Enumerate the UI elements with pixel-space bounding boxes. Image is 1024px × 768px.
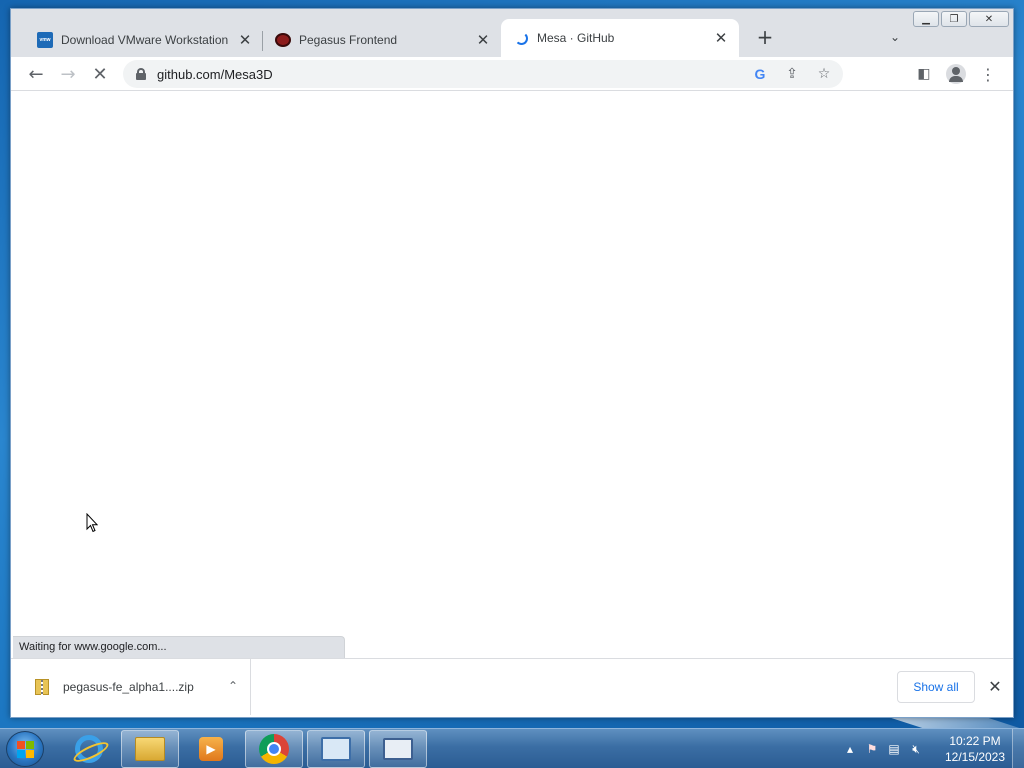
clock-time: 10:22 PM bbox=[949, 734, 1001, 748]
show-all-button[interactable]: Show all bbox=[897, 671, 975, 703]
windows-logo-icon bbox=[17, 741, 35, 759]
status-bubble: Waiting for www.google.com... bbox=[13, 636, 345, 658]
menu-kebab-icon[interactable]: ⋮ bbox=[975, 61, 1001, 87]
taskbar-internet-explorer[interactable] bbox=[60, 730, 118, 768]
tab-close-icon[interactable]: ✕ bbox=[237, 32, 253, 48]
vmware-icon: vmw bbox=[37, 32, 53, 48]
tab-pegasus[interactable]: Pegasus Frontend ✕ bbox=[263, 23, 501, 57]
media-player-icon: ▶ bbox=[199, 737, 223, 761]
taskbar-clock[interactable]: 10:22 PM 12/15/2023 bbox=[940, 733, 1010, 765]
share-icon[interactable]: ⇪ bbox=[779, 61, 805, 87]
mouse-cursor-icon bbox=[86, 513, 98, 533]
tab-close-icon[interactable]: ✕ bbox=[713, 30, 729, 46]
action-center-flag-icon[interactable]: ⚑ bbox=[864, 741, 880, 757]
show-hidden-icons-icon[interactable]: ▴ bbox=[842, 741, 858, 757]
close-shelf-icon[interactable]: ✕ bbox=[983, 675, 1007, 699]
start-button[interactable] bbox=[6, 731, 44, 767]
minimize-button[interactable]: ▁ bbox=[913, 11, 939, 27]
url-text[interactable]: github.com/Mesa3D bbox=[157, 67, 747, 82]
back-arrow-icon[interactable]: ← bbox=[23, 61, 49, 87]
tab-search-chevron-icon[interactable]: ⌄ bbox=[885, 27, 905, 47]
taskbar-windows-explorer[interactable] bbox=[121, 730, 179, 768]
pegasus-icon bbox=[275, 32, 291, 48]
keyboard-icon bbox=[383, 738, 413, 760]
forward-arrow-icon[interactable]: → bbox=[55, 61, 81, 87]
bookmark-star-icon[interactable]: ☆ bbox=[811, 61, 837, 87]
google-lens-g-icon[interactable]: G bbox=[747, 61, 773, 87]
download-item[interactable]: pegasus-fe_alpha1....zip ⌃ bbox=[21, 659, 251, 715]
taskbar-google-chrome[interactable] bbox=[245, 730, 303, 768]
tab-list: vmw Download VMware Workstation P ✕ Pega… bbox=[25, 19, 739, 57]
page-content[interactable] bbox=[11, 92, 1013, 658]
close-window-button[interactable]: ✕ bbox=[969, 11, 1009, 27]
chrome-icon bbox=[259, 734, 289, 764]
speaker-muted-icon[interactable]: 🔇︎ bbox=[908, 741, 924, 757]
internet-explorer-icon bbox=[75, 735, 103, 763]
clock-date: 12/15/2023 bbox=[944, 750, 1006, 764]
show-desktop-button[interactable] bbox=[1012, 729, 1024, 768]
lock-icon[interactable] bbox=[136, 68, 146, 80]
restore-button[interactable]: ❐ bbox=[941, 11, 967, 27]
folder-icon bbox=[135, 737, 165, 761]
taskbar-media-player[interactable]: ▶ bbox=[182, 730, 240, 768]
taskbar-control-panel[interactable] bbox=[307, 730, 365, 768]
tab-mesa-github[interactable]: Mesa · GitHub ✕ bbox=[501, 19, 739, 57]
browser-toolbar: ← → ✕ github.com/Mesa3D G ⇪ ☆ ◧ ⋮ bbox=[11, 57, 1013, 91]
system-tray: ▴ ⚑ ▤ 🔇︎ bbox=[842, 729, 924, 768]
control-panel-icon bbox=[321, 737, 351, 761]
new-tab-plus-icon[interactable]: + bbox=[753, 26, 777, 50]
download-shelf: pegasus-fe_alpha1....zip ⌃ Show all ✕ bbox=[11, 658, 1013, 717]
address-bar[interactable]: github.com/Mesa3D G ⇪ ☆ bbox=[123, 60, 843, 88]
tab-title: Pegasus Frontend bbox=[299, 33, 398, 47]
tab-close-icon[interactable]: ✕ bbox=[475, 32, 491, 48]
loading-spinner-icon bbox=[513, 30, 529, 46]
zip-file-icon bbox=[35, 679, 49, 696]
download-filename[interactable]: pegasus-fe_alpha1....zip bbox=[63, 680, 194, 694]
side-panel-icon[interactable]: ◧ bbox=[911, 61, 937, 87]
tab-title: Mesa · GitHub bbox=[537, 31, 615, 45]
taskbar-on-screen-keyboard[interactable] bbox=[369, 730, 427, 768]
browser-window: vmw Download VMware Workstation P ✕ Pega… bbox=[10, 8, 1014, 718]
tab-vmware[interactable]: vmw Download VMware Workstation P ✕ bbox=[25, 23, 263, 57]
profile-avatar-icon[interactable] bbox=[943, 61, 969, 87]
tab-strip: vmw Download VMware Workstation P ✕ Pega… bbox=[11, 9, 1013, 57]
window-controls: ▁ ❐ ✕ bbox=[913, 11, 1009, 27]
stop-loading-icon[interactable]: ✕ bbox=[87, 61, 113, 87]
network-disconnected-icon[interactable]: ▤ bbox=[886, 741, 902, 757]
tab-title: Download VMware Workstation P bbox=[61, 33, 231, 47]
taskbar: ▶ ▴ ⚑ ▤ 🔇︎ 10:22 PM 12/15/2023 bbox=[0, 728, 1024, 768]
chevron-up-icon[interactable]: ⌃ bbox=[228, 679, 238, 693]
